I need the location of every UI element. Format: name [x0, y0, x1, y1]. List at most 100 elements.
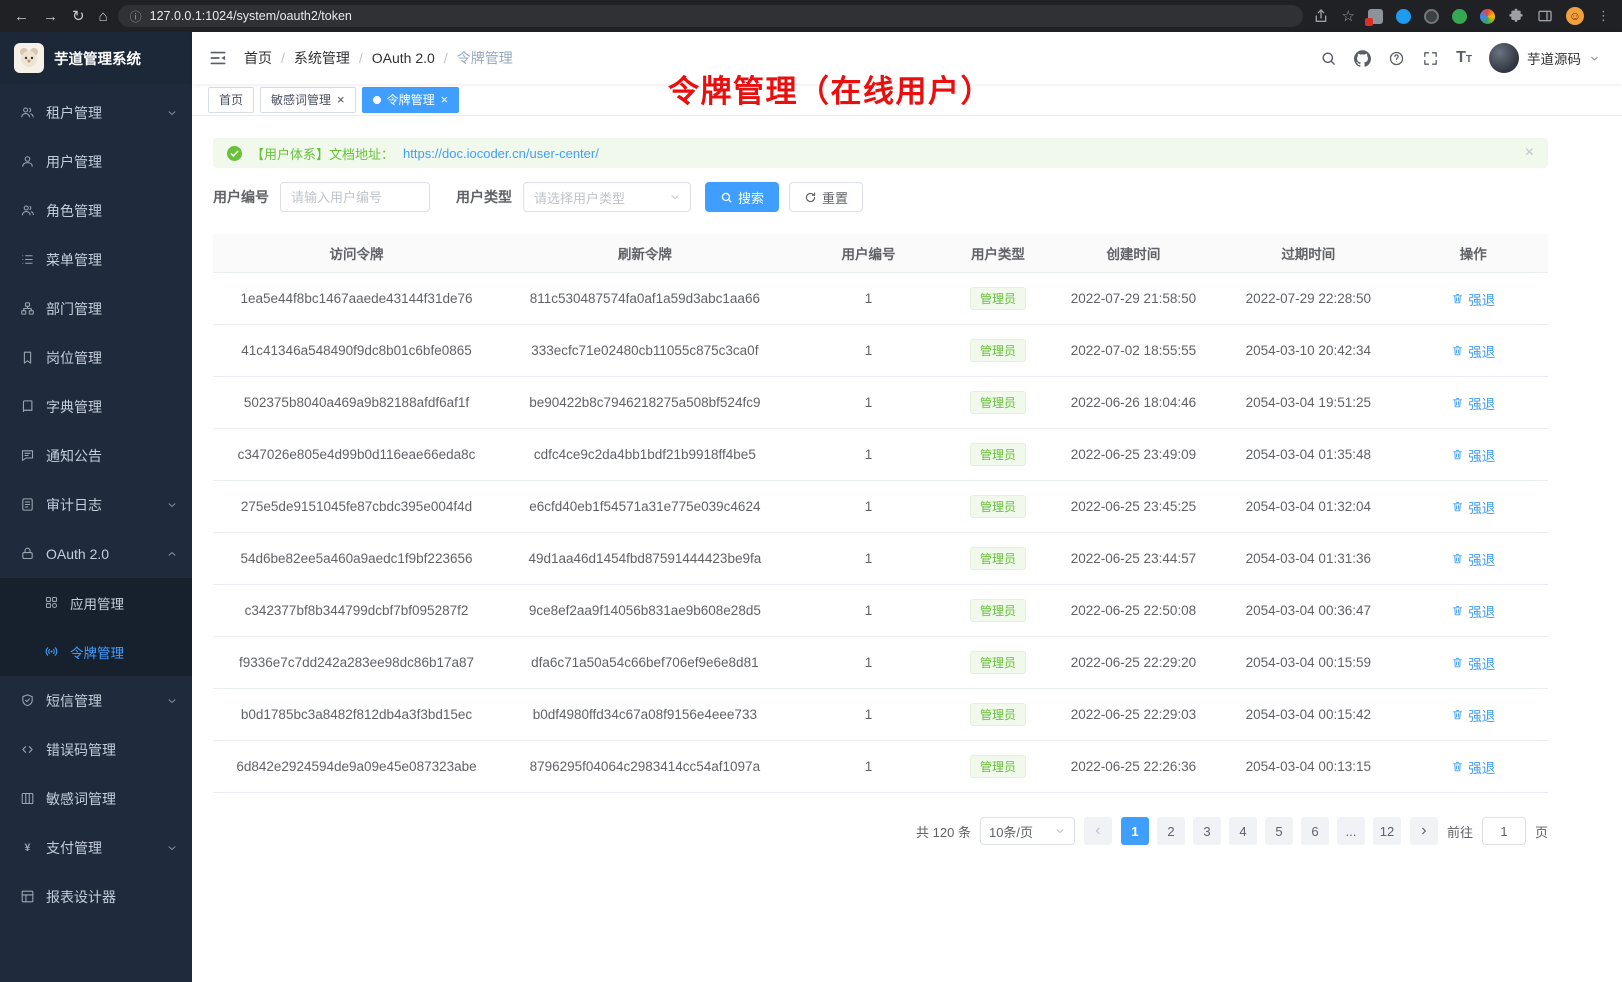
access-token-cell: 6d842e2924594de9a09e45e087323abe	[213, 741, 500, 793]
sidebar-item[interactable]: 用户管理	[0, 137, 192, 186]
next-page-button[interactable]: ›	[1410, 817, 1438, 845]
site-info-icon[interactable]: ⓘ	[130, 8, 142, 25]
app-logo[interactable]: 芋道管理系统	[0, 32, 192, 84]
extension-icon-5[interactable]	[1480, 9, 1495, 24]
audit-icon	[20, 497, 35, 512]
browser-home-button[interactable]: ⌂	[99, 9, 108, 24]
sidebar-item[interactable]: 错误码管理	[0, 725, 192, 774]
close-icon[interactable]: ×	[441, 93, 449, 106]
user-id-cell: 1	[790, 585, 948, 637]
page-button[interactable]: 3	[1193, 817, 1221, 845]
page-button[interactable]: 6	[1301, 817, 1329, 845]
reset-button[interactable]: 重置	[789, 182, 863, 212]
access-token-cell: 54d6be82ee5a460a9aedc1f9bf223656	[213, 533, 500, 585]
sidebar-item[interactable]: 菜单管理	[0, 235, 192, 284]
goto-page-input[interactable]	[1482, 817, 1526, 845]
active-tab-dot	[373, 96, 381, 104]
search-button-label: 搜索	[738, 188, 764, 207]
sidebar-item[interactable]: OAuth 2.0	[0, 529, 192, 578]
close-icon[interactable]: ×	[1525, 145, 1534, 161]
page-button[interactable]: 1	[1121, 817, 1149, 845]
force-logout-button[interactable]: 强退	[1451, 445, 1495, 465]
search-icon[interactable]	[1320, 50, 1337, 67]
tab[interactable]: 令牌管理×	[362, 87, 460, 113]
breadcrumb-item[interactable]: 系统管理	[294, 48, 350, 68]
bookmark-star-icon[interactable]: ☆	[1342, 9, 1355, 24]
force-logout-button[interactable]: 强退	[1451, 497, 1495, 517]
refresh-token-cell: dfa6c71a50a54c66bef706ef9e6e8d81	[500, 637, 790, 689]
force-logout-button[interactable]: 强退	[1451, 289, 1495, 309]
sidebar-menu: 租户管理用户管理角色管理菜单管理部门管理岗位管理字典管理通知公告审计日志OAut…	[0, 84, 192, 982]
user-type-select[interactable]: 请选择用户类型	[523, 182, 691, 212]
page-button[interactable]: 12	[1373, 817, 1401, 845]
sms-icon	[20, 693, 35, 708]
breadcrumb-item[interactable]: OAuth 2.0	[372, 50, 435, 66]
table-row: 502375b8040a469a9b82188afdf6af1fbe90422b…	[213, 377, 1548, 429]
fullscreen-icon[interactable]	[1422, 50, 1439, 67]
force-logout-button[interactable]: 强退	[1451, 757, 1495, 777]
sidebar-item[interactable]: 报表设计器	[0, 872, 192, 921]
browser-back-button[interactable]: ←	[14, 9, 29, 24]
extensions-puzzle-icon[interactable]	[1508, 8, 1524, 24]
force-logout-button[interactable]: 强退	[1451, 705, 1495, 725]
table-row: 275e5de9151045fe87cbdc395e004f4de6cfd40e…	[213, 481, 1548, 533]
page-button[interactable]: 5	[1265, 817, 1293, 845]
expire-time-cell: 2022-07-29 22:28:50	[1218, 273, 1398, 325]
breadcrumb-item[interactable]: 首页	[244, 48, 272, 68]
sidebar-subitem[interactable]: 应用管理	[0, 578, 192, 627]
sidebar-item[interactable]: 字典管理	[0, 382, 192, 431]
page-more-button[interactable]: ...	[1337, 817, 1365, 845]
help-icon[interactable]	[1388, 50, 1405, 67]
sidebar-item[interactable]: 岗位管理	[0, 333, 192, 382]
page-button[interactable]: 4	[1229, 817, 1257, 845]
action-cell: 强退	[1398, 689, 1548, 741]
sidebar-item[interactable]: 角色管理	[0, 186, 192, 235]
page-size-select[interactable]: 10条/页	[980, 817, 1075, 845]
access-token-cell: 502375b8040a469a9b82188afdf6af1f	[213, 377, 500, 429]
close-icon[interactable]: ×	[337, 93, 345, 106]
user-id-input[interactable]	[280, 182, 430, 212]
extension-icon-3[interactable]	[1424, 9, 1439, 24]
share-icon[interactable]	[1313, 8, 1329, 24]
tab[interactable]: 首页	[208, 87, 254, 113]
sidebar-item[interactable]: 短信管理	[0, 676, 192, 725]
doc-link[interactable]: https://doc.iocoder.cn/user-center/	[403, 146, 599, 161]
font-size-icon[interactable]: TT	[1456, 50, 1472, 66]
prev-page-button[interactable]: ‹	[1084, 817, 1112, 845]
sidebar-item[interactable]: 敏感词管理	[0, 774, 192, 823]
extension-icon-2[interactable]	[1396, 9, 1411, 24]
extension-icon-1[interactable]	[1368, 9, 1383, 24]
browser-reload-button[interactable]: ↻	[72, 9, 85, 24]
page-button[interactable]: 2	[1157, 817, 1185, 845]
address-bar[interactable]: ⓘ 127.0.0.1:1024/system/oauth2/token	[118, 5, 1303, 27]
sidebar-item[interactable]: 租户管理	[0, 88, 192, 137]
force-logout-button[interactable]: 强退	[1451, 341, 1495, 361]
chevron-down-icon	[1054, 825, 1066, 837]
force-logout-button[interactable]: 强退	[1451, 653, 1495, 673]
force-logout-button[interactable]: 强退	[1451, 393, 1495, 413]
tab[interactable]: 敏感词管理×	[260, 87, 356, 113]
force-logout-button[interactable]: 强退	[1451, 549, 1495, 569]
browser-forward-button[interactable]: →	[43, 9, 58, 24]
sidebar-subitem[interactable]: 令牌管理	[0, 627, 192, 676]
force-logout-button[interactable]: 强退	[1451, 601, 1495, 621]
sidebar-item[interactable]: 通知公告	[0, 431, 192, 480]
browser-menu-icon[interactable]: ⋮	[1597, 8, 1610, 24]
sidebar-collapse-icon[interactable]	[208, 48, 228, 68]
side-panel-icon[interactable]	[1537, 8, 1553, 24]
extension-icon-4[interactable]	[1452, 9, 1467, 24]
browser-profile-avatar[interactable]: ☺	[1566, 7, 1584, 25]
search-button[interactable]: 搜索	[705, 182, 779, 212]
sidebar-item[interactable]: 部门管理	[0, 284, 192, 333]
sidebar-item[interactable]: ¥支付管理	[0, 823, 192, 872]
logo-image	[14, 43, 44, 73]
search-form: 用户编号 用户类型 请选择用户类型 搜索	[213, 182, 1548, 212]
sensitive-icon	[20, 791, 35, 806]
table-header-row: 访问令牌刷新令牌用户编号用户类型创建时间过期时间操作	[213, 234, 1548, 273]
action-cell: 强退	[1398, 533, 1548, 585]
user-menu[interactable]: 芋道源码	[1489, 43, 1600, 73]
create-time-cell: 2022-07-02 18:55:55	[1049, 325, 1219, 377]
sidebar-item[interactable]: 审计日志	[0, 480, 192, 529]
github-icon[interactable]	[1354, 50, 1371, 67]
user-type-badge: 管理员	[970, 495, 1026, 518]
